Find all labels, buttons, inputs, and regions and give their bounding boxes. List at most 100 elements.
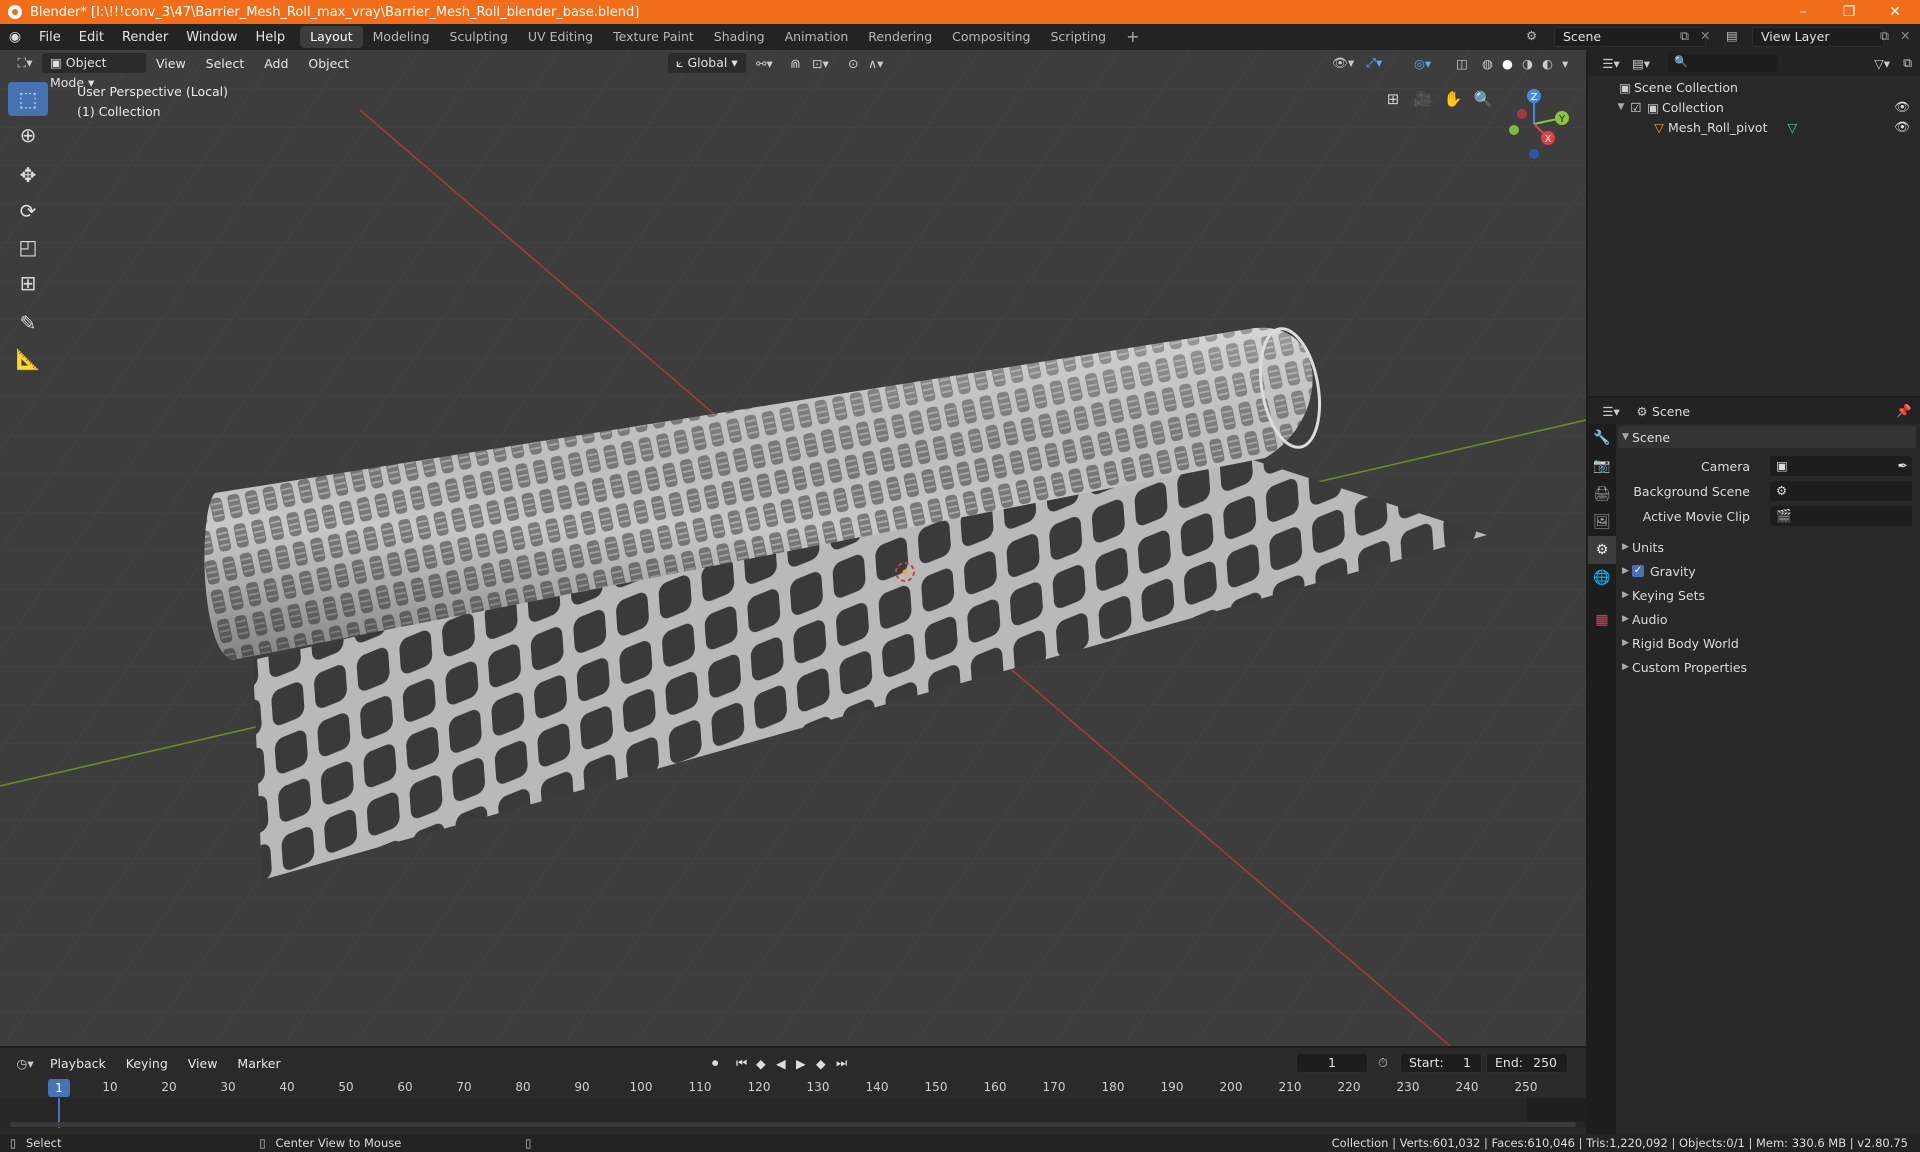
tab-texture-paint[interactable]: Texture Paint (603, 26, 704, 48)
properties-editor-type-icon[interactable]: ☰▾ (1594, 404, 1628, 419)
keying-sets-panel[interactable]: ▶ Keying Sets (1618, 584, 1916, 606)
display-mode-icon[interactable]: ▤▾ (1628, 56, 1654, 71)
object-visibility-icon[interactable]: 👁 (1894, 119, 1910, 135)
add-workspace-icon[interactable]: + (1116, 26, 1149, 48)
tab-compositing[interactable]: Compositing (942, 26, 1040, 48)
pivot-point-icon[interactable]: ⚯▾ (756, 56, 773, 71)
outliner-search-input[interactable]: 🔍 (1668, 54, 1778, 72)
snap-target-icon[interactable]: ⊡▾ (812, 56, 829, 71)
menu-playback[interactable]: Playback (42, 1056, 114, 1071)
cursor-tool-icon[interactable]: ⊕ (8, 118, 48, 152)
collection-checkbox-icon[interactable]: ☑ (1628, 100, 1644, 115)
gizmo-toggle-icon[interactable]: ⤢▾ (1366, 55, 1382, 71)
blender-menu-icon[interactable]: ◉ (0, 29, 30, 45)
tab-uv-editing[interactable]: UV Editing (518, 26, 603, 48)
expand-collection-icon[interactable]: ▼ (1614, 102, 1628, 112)
audio-panel[interactable]: ▶ Audio (1618, 608, 1916, 630)
timeline-track[interactable] (0, 1098, 1587, 1128)
texture-tab-icon[interactable]: ▦ (1588, 606, 1616, 634)
scene-icon[interactable]: ⚙ (1526, 28, 1537, 43)
shading-wireframe-icon[interactable]: ◍ (1482, 56, 1493, 71)
filter-icon[interactable]: ▽▾ (1874, 56, 1890, 71)
xray-icon[interactable]: ◫ (1456, 56, 1468, 71)
play-icon[interactable]: ▶ (796, 1056, 806, 1071)
prev-keyframe-icon[interactable]: ◆ (756, 1056, 766, 1071)
outliner-editor-type-icon[interactable]: ☰▾ (1594, 56, 1628, 71)
background-scene-field[interactable]: ⚙ (1770, 481, 1912, 501)
falloff-icon[interactable]: ∧▾ (868, 56, 883, 71)
new-collection-icon[interactable]: ⧉ (1903, 55, 1912, 71)
units-panel[interactable]: ▶ Units (1618, 536, 1916, 558)
overlay-toggle-icon[interactable]: ◎▾ (1414, 56, 1431, 71)
shading-rendered-icon[interactable]: ◐ (1542, 56, 1553, 71)
scene-section-header[interactable]: ▼ Scene (1618, 426, 1916, 448)
menu-marker[interactable]: Marker (229, 1056, 288, 1071)
visibility-icon[interactable]: 👁▾ (1332, 55, 1354, 71)
collection-visibility-icon[interactable]: 👁 (1894, 99, 1910, 115)
tab-layout[interactable]: Layout (300, 26, 363, 48)
end-frame-field[interactable]: End: 250 (1486, 1053, 1568, 1073)
outliner-row-mesh-roll[interactable]: ▽ Mesh_Roll_pivot ▽ 👁 (1588, 117, 1920, 137)
new-scene-icon[interactable]: ⧉ (1680, 28, 1689, 44)
timeline-scrollbar[interactable] (10, 1122, 1576, 1127)
menu-view[interactable]: View (148, 56, 194, 71)
mesh-data-icon[interactable]: ▽ (1787, 120, 1797, 135)
shading-options-icon[interactable]: ▾ (1562, 56, 1568, 71)
delete-view-layer-icon[interactable]: ✕ (1900, 28, 1910, 43)
maximize-button[interactable]: ❐ (1826, 0, 1872, 24)
menu-add[interactable]: Add (256, 56, 296, 71)
next-keyframe-icon[interactable]: ◆ (816, 1056, 826, 1071)
render-tab-icon[interactable]: 📷 (1588, 452, 1616, 480)
active-movie-clip-field[interactable]: 🎬 (1770, 506, 1912, 526)
tab-rendering[interactable]: Rendering (858, 26, 942, 48)
toggle-camera-view-icon[interactable]: ⊞ (1380, 86, 1406, 112)
object-mode-dropdown[interactable]: ▣ Object Mode ▾ (42, 53, 146, 90)
view-layer-tab-icon[interactable]: 🖼 (1588, 508, 1616, 536)
pin-icon[interactable]: 📌 (1896, 403, 1912, 419)
camera-field[interactable]: ▣ ✒ (1770, 456, 1912, 476)
transform-orientation-dropdown[interactable]: ⟀ Global ▾ (668, 53, 746, 73)
menu-render[interactable]: Render (113, 30, 177, 45)
frame-ruler[interactable]: 1 10 20 30 40 50 60 70 80 90 100 110 120… (0, 1078, 1586, 1098)
rigid-body-world-panel[interactable]: ▶ Rigid Body World (1618, 632, 1916, 654)
transform-tool-icon[interactable]: ⊞ (8, 266, 48, 300)
output-tab-icon[interactable]: 🖨 (1588, 480, 1616, 508)
new-view-layer-icon[interactable]: ⧉ (1880, 28, 1889, 44)
menu-help[interactable]: Help (247, 30, 295, 45)
gravity-checkbox[interactable]: ✓ (1632, 565, 1644, 577)
current-frame-field[interactable]: 1 (1296, 1053, 1368, 1073)
annotate-tool-icon[interactable]: ✎ (8, 306, 48, 340)
snap-icon[interactable]: ⋒ (790, 56, 800, 71)
scale-tool-icon[interactable]: ◰ (8, 230, 48, 264)
gravity-panel[interactable]: ▶ ✓ Gravity (1618, 560, 1916, 582)
eyedropper-icon[interactable]: ✒ (1898, 458, 1908, 473)
view-layer-selector[interactable]: View Layer (1752, 27, 1884, 47)
custom-properties-panel[interactable]: ▶ Custom Properties (1618, 656, 1916, 678)
world-tab-icon[interactable]: 🌐 (1588, 564, 1616, 592)
record-icon[interactable]: ⏺ (712, 1055, 718, 1071)
tab-scripting[interactable]: Scripting (1041, 26, 1117, 48)
tab-sculpting[interactable]: Sculpting (440, 26, 518, 48)
move-tool-icon[interactable]: ✥ (8, 158, 48, 192)
tab-modeling[interactable]: Modeling (363, 26, 440, 48)
preview-range-icon[interactable]: ⏱ (1378, 1055, 1388, 1071)
start-frame-field[interactable]: Start: 1 (1400, 1053, 1482, 1073)
tab-animation[interactable]: Animation (775, 26, 859, 48)
shading-solid-icon[interactable]: ● (1502, 56, 1513, 71)
pan-hand-icon[interactable]: ✋ (1440, 86, 1466, 112)
scene-tab-icon[interactable]: ⚙ (1588, 536, 1616, 564)
delete-scene-icon[interactable]: ✕ (1700, 28, 1710, 43)
menu-keying[interactable]: Keying (118, 1056, 176, 1071)
measure-tool-icon[interactable]: 📐 (8, 342, 48, 376)
outliner-row-collection[interactable]: ▼ ☑ ▣ Collection 👁 (1588, 97, 1920, 117)
3d-viewport[interactable] (0, 50, 1586, 1046)
jump-end-icon[interactable]: ⏭ (836, 1055, 847, 1071)
menu-timeline-view[interactable]: View (180, 1056, 226, 1071)
menu-select[interactable]: Select (198, 56, 253, 71)
close-button[interactable]: ✕ (1872, 0, 1918, 24)
proportional-edit-icon[interactable]: ⊙ (848, 56, 858, 71)
camera-icon[interactable]: 🎥 (1410, 86, 1436, 112)
jump-start-icon[interactable]: ⏮ (736, 1055, 747, 1071)
outliner-row-scene-collection[interactable]: ▣ Scene Collection (1588, 77, 1920, 97)
timeline-editor-type-icon[interactable]: ◷▾ (8, 1056, 42, 1071)
